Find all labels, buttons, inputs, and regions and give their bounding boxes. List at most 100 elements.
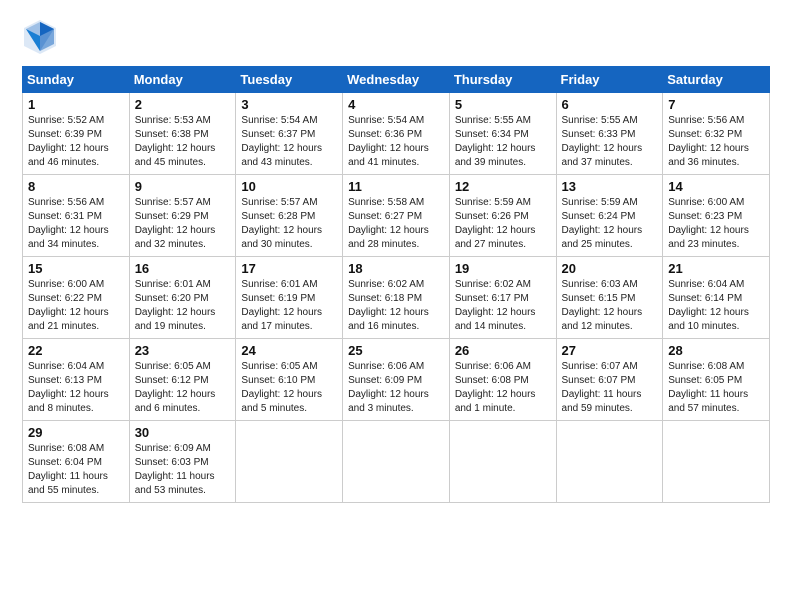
logo — [22, 18, 60, 58]
calendar-cell: 9 Sunrise: 5:57 AM Sunset: 6:29 PM Daylig… — [129, 175, 236, 257]
day-info: Sunrise: 6:01 AM Sunset: 6:20 PM Dayligh… — [135, 278, 231, 334]
calendar-week-row: 15 Sunrise: 6:00 AM Sunset: 6:22 PM Dayli… — [23, 257, 770, 339]
weekday-header-cell: Saturday — [663, 67, 770, 93]
calendar-cell: 20 Sunrise: 6:03 AM Sunset: 6:15 PM Dayli… — [556, 257, 663, 339]
day-info: Sunrise: 6:01 AM Sunset: 6:19 PM Dayligh… — [241, 278, 337, 334]
day-info: Sunrise: 6:07 AM Sunset: 6:07 PM Dayligh… — [562, 360, 658, 416]
calendar-cell — [343, 421, 450, 503]
day-number: 22 — [28, 343, 124, 358]
day-info: Sunrise: 5:58 AM Sunset: 6:27 PM Dayligh… — [348, 196, 444, 252]
day-number: 6 — [562, 97, 658, 112]
day-number: 16 — [135, 261, 231, 276]
header — [22, 18, 770, 58]
calendar-cell: 8Sunrise: 5:56 AM Sunset: 6:31 PM Daylig… — [23, 175, 130, 257]
calendar-cell: 19Sunrise: 6:02 AM Sunset: 6:17 PM Dayli… — [449, 257, 556, 339]
day-number: 27 — [562, 343, 658, 358]
calendar-page: SundayMondayTuesdayWednesdayThursdayFrid… — [0, 0, 792, 612]
calendar-cell: 5 Sunrise: 5:55 AM Sunset: 6:34 PM Daylig… — [449, 93, 556, 175]
day-number: 28 — [668, 343, 764, 358]
calendar-cell: 25Sunrise: 6:06 AM Sunset: 6:09 PM Dayli… — [343, 339, 450, 421]
day-info: Sunrise: 5:56 AM Sunset: 6:32 PM Dayligh… — [668, 114, 764, 170]
calendar-cell: 26 Sunrise: 6:06 AM Sunset: 6:08 PM Dayli… — [449, 339, 556, 421]
day-number: 17 — [241, 261, 337, 276]
day-number: 8 — [28, 179, 124, 194]
calendar-cell: 7 Sunrise: 5:56 AM Sunset: 6:32 PM Daylig… — [663, 93, 770, 175]
day-number: 23 — [135, 343, 231, 358]
day-info: Sunrise: 5:55 AM Sunset: 6:33 PM Dayligh… — [562, 114, 658, 170]
day-info: Sunrise: 6:05 AM Sunset: 6:10 PM Dayligh… — [241, 360, 337, 416]
logo-icon — [22, 18, 58, 58]
day-info: Sunrise: 5:57 AM Sunset: 6:29 PM Dayligh… — [135, 196, 231, 252]
weekday-header-cell: Sunday — [23, 67, 130, 93]
day-number: 15 — [28, 261, 124, 276]
calendar-table: SundayMondayTuesdayWednesdayThursdayFrid… — [22, 66, 770, 503]
calendar-cell: 22 Sunrise: 6:04 AM Sunset: 6:13 PM Dayli… — [23, 339, 130, 421]
calendar-week-row: 8Sunrise: 5:56 AM Sunset: 6:31 PM Daylig… — [23, 175, 770, 257]
day-number: 30 — [135, 425, 231, 440]
day-info: Sunrise: 6:05 AM Sunset: 6:12 PM Dayligh… — [135, 360, 231, 416]
calendar-week-row: 29 Sunrise: 6:08 AM Sunset: 6:04 PM Dayli… — [23, 421, 770, 503]
day-info: Sunrise: 5:53 AM Sunset: 6:38 PM Dayligh… — [135, 114, 231, 170]
day-info: Sunrise: 6:03 AM Sunset: 6:15 PM Dayligh… — [562, 278, 658, 334]
calendar-week-row: 1 Sunrise: 5:52 AM Sunset: 6:39 PM Daylig… — [23, 93, 770, 175]
day-number: 20 — [562, 261, 658, 276]
day-info: Sunrise: 6:06 AM Sunset: 6:09 PM Dayligh… — [348, 360, 444, 416]
calendar-cell: 11Sunrise: 5:58 AM Sunset: 6:27 PM Dayli… — [343, 175, 450, 257]
calendar-cell: 29 Sunrise: 6:08 AM Sunset: 6:04 PM Dayli… — [23, 421, 130, 503]
calendar-week-row: 22 Sunrise: 6:04 AM Sunset: 6:13 PM Dayli… — [23, 339, 770, 421]
weekday-header-cell: Wednesday — [343, 67, 450, 93]
day-info: Sunrise: 6:09 AM Sunset: 6:03 PM Dayligh… — [135, 442, 231, 498]
calendar-cell: 4 Sunrise: 5:54 AM Sunset: 6:36 PM Daylig… — [343, 93, 450, 175]
day-number: 1 — [28, 97, 124, 112]
calendar-cell: 2 Sunrise: 5:53 AM Sunset: 6:38 PM Daylig… — [129, 93, 236, 175]
day-info: Sunrise: 6:00 AM Sunset: 6:23 PM Dayligh… — [668, 196, 764, 252]
calendar-body: 1 Sunrise: 5:52 AM Sunset: 6:39 PM Daylig… — [23, 93, 770, 503]
day-info: Sunrise: 5:52 AM Sunset: 6:39 PM Dayligh… — [28, 114, 124, 170]
day-number: 29 — [28, 425, 124, 440]
calendar-cell: 24 Sunrise: 6:05 AM Sunset: 6:10 PM Dayli… — [236, 339, 343, 421]
day-number: 10 — [241, 179, 337, 194]
day-number: 14 — [668, 179, 764, 194]
day-info: Sunrise: 5:59 AM Sunset: 6:26 PM Dayligh… — [455, 196, 551, 252]
calendar-cell: 30 Sunrise: 6:09 AM Sunset: 6:03 PM Dayli… — [129, 421, 236, 503]
weekday-header-cell: Thursday — [449, 67, 556, 93]
calendar-cell: 28Sunrise: 6:08 AM Sunset: 6:05 PM Dayli… — [663, 339, 770, 421]
calendar-cell: 3Sunrise: 5:54 AM Sunset: 6:37 PM Daylig… — [236, 93, 343, 175]
day-number: 2 — [135, 97, 231, 112]
day-info: Sunrise: 6:02 AM Sunset: 6:18 PM Dayligh… — [348, 278, 444, 334]
weekday-header-cell: Tuesday — [236, 67, 343, 93]
weekday-header-row: SundayMondayTuesdayWednesdayThursdayFrid… — [23, 67, 770, 93]
day-info: Sunrise: 6:04 AM Sunset: 6:13 PM Dayligh… — [28, 360, 124, 416]
calendar-cell: 6 Sunrise: 5:55 AM Sunset: 6:33 PM Daylig… — [556, 93, 663, 175]
day-number: 18 — [348, 261, 444, 276]
day-info: Sunrise: 5:57 AM Sunset: 6:28 PM Dayligh… — [241, 196, 337, 252]
day-info: Sunrise: 5:55 AM Sunset: 6:34 PM Dayligh… — [455, 114, 551, 170]
weekday-header-cell: Friday — [556, 67, 663, 93]
calendar-cell — [236, 421, 343, 503]
calendar-cell: 1 Sunrise: 5:52 AM Sunset: 6:39 PM Daylig… — [23, 93, 130, 175]
calendar-cell: 18 Sunrise: 6:02 AM Sunset: 6:18 PM Dayli… — [343, 257, 450, 339]
day-info: Sunrise: 6:04 AM Sunset: 6:14 PM Dayligh… — [668, 278, 764, 334]
day-number: 24 — [241, 343, 337, 358]
day-number: 7 — [668, 97, 764, 112]
calendar-cell: 21 Sunrise: 6:04 AM Sunset: 6:14 PM Dayli… — [663, 257, 770, 339]
day-info: Sunrise: 5:54 AM Sunset: 6:36 PM Dayligh… — [348, 114, 444, 170]
day-number: 19 — [455, 261, 551, 276]
day-number: 26 — [455, 343, 551, 358]
calendar-cell: 17 Sunrise: 6:01 AM Sunset: 6:19 PM Dayli… — [236, 257, 343, 339]
day-info: Sunrise: 6:06 AM Sunset: 6:08 PM Dayligh… — [455, 360, 551, 416]
day-info: Sunrise: 5:59 AM Sunset: 6:24 PM Dayligh… — [562, 196, 658, 252]
day-number: 9 — [135, 179, 231, 194]
day-number: 4 — [348, 97, 444, 112]
calendar-cell: 15 Sunrise: 6:00 AM Sunset: 6:22 PM Dayli… — [23, 257, 130, 339]
day-number: 5 — [455, 97, 551, 112]
calendar-cell: 23 Sunrise: 6:05 AM Sunset: 6:12 PM Dayli… — [129, 339, 236, 421]
day-info: Sunrise: 6:00 AM Sunset: 6:22 PM Dayligh… — [28, 278, 124, 334]
calendar-cell — [449, 421, 556, 503]
day-info: Sunrise: 6:08 AM Sunset: 6:04 PM Dayligh… — [28, 442, 124, 498]
calendar-cell: 16 Sunrise: 6:01 AM Sunset: 6:20 PM Dayli… — [129, 257, 236, 339]
calendar-cell — [663, 421, 770, 503]
calendar-cell: 27 Sunrise: 6:07 AM Sunset: 6:07 PM Dayli… — [556, 339, 663, 421]
day-number: 21 — [668, 261, 764, 276]
calendar-cell: 14 Sunrise: 6:00 AM Sunset: 6:23 PM Dayli… — [663, 175, 770, 257]
